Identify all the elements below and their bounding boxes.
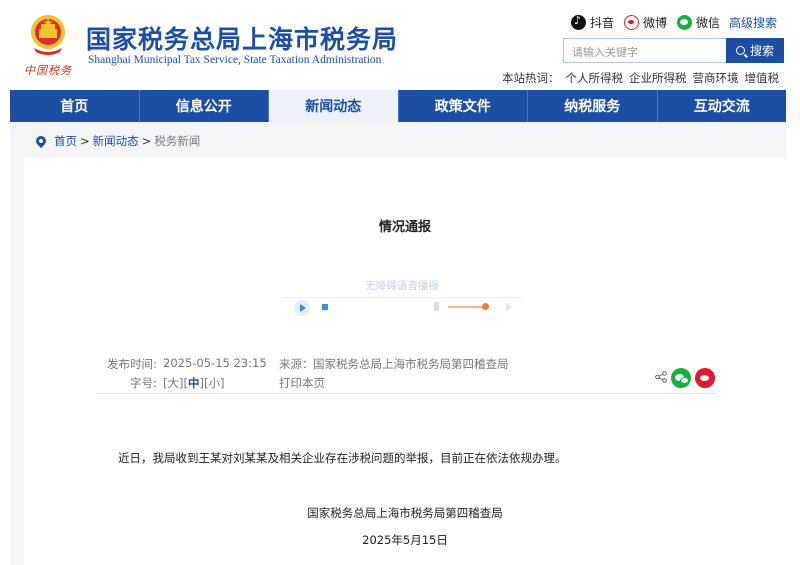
hot-word-link[interactable]: 企业所得税 [629,70,687,86]
site-subtitle: Shanghai Municipal Tax Service, State Ta… [88,54,382,66]
social-douyin-label: 抖音 [590,16,615,30]
article-title: 情况通报 [378,220,431,235]
search-button-label: 搜索 [749,44,774,58]
source-label: 来源： [279,357,314,371]
hot-word-link[interactable]: 增值税 [745,70,780,86]
search-button[interactable]: 搜索 [726,38,784,63]
font-size-medium[interactable]: 中 [188,376,200,390]
font-size-small[interactable]: 小 [208,376,220,390]
print-page-link[interactable]: 打印本页 [279,375,325,391]
breadcrumb-home[interactable]: 首页 [54,133,77,149]
volume-knob[interactable] [482,303,489,310]
breadcrumb-current: 税务新闻 [154,134,201,148]
article-body: 近日，我局收到王某对刘某某及相关企业存在涉税问题的举报，目前正在依法依规办理。 [118,451,567,465]
hot-words: 本站热词： 个人所得税 企业所得税 营商环境 增值税 [502,70,779,86]
font-size-large[interactable]: 大 [168,376,180,390]
hot-words-label: 本站热词： [502,71,560,85]
nav-item-policy[interactable]: 政策文件 [399,90,528,122]
breadcrumb-separator: > [80,134,90,148]
share-icon[interactable] [655,371,667,383]
publish-time-value: 2025-05-15 23:15 [163,356,267,370]
douyin-icon [571,14,586,30]
social-wechat-link[interactable]: 微信 [677,14,720,31]
audio-player-label: 无障碍语音播报 [282,278,522,298]
font-size-label: 字号: [130,376,157,390]
share-weibo-icon[interactable] [695,368,715,388]
source-value: 国家税务总局上海市税务局第四稽查局 [313,357,509,371]
search-input[interactable]: 请输入关键字 [563,38,726,63]
breadcrumb: 首页 > 新闻动态 > 税务新闻 [33,133,201,149]
tax-emblem-icon[interactable] [26,12,70,58]
search-icon [735,46,745,55]
article-container: 情况通报 无障碍语音播报 发布时间: 2025-05-15 23:15 来源： … [24,158,786,565]
nav-item-home[interactable]: 首页 [10,90,140,122]
speed-icon[interactable] [506,302,512,312]
breadcrumb-news[interactable]: 新闻动态 [93,133,139,149]
play-button[interactable] [294,300,310,316]
hot-word-link[interactable]: 个人所得税 [566,70,624,86]
publish-time-label: 发布时间: [107,357,157,371]
nav-item-news[interactable]: 新闻动态 [269,90,399,122]
weibo-icon [624,15,639,30]
advanced-search-link[interactable]: 高级搜索 [729,14,777,31]
nav-item-tax-service[interactable]: 纳税服务 [528,90,658,122]
breadcrumb-separator: > [141,134,152,148]
social-weibo-link[interactable]: 微博 [624,14,667,31]
nav-item-info-disclosure[interactable]: 信息公开 [140,90,269,122]
social-douyin-link[interactable]: 抖音 [571,14,614,31]
hot-word-link[interactable]: 营商环境 [693,70,739,86]
emblem-logo-text: 中国税务 [24,64,72,77]
social-wechat-label: 微信 [696,16,721,30]
site-header: 中国税务 国家税务总局上海市税务局 Shanghai Municipal Tax… [0,0,800,90]
article-date: 2025年5月15日 [362,533,448,547]
location-pin-icon [33,133,49,149]
main-nav: 首页 信息公开 新闻动态 政策文件 纳税服务 互动交流 [10,90,786,122]
meta-divider [96,393,716,394]
share-wechat-icon[interactable] [671,368,691,388]
site-title[interactable]: 国家税务总局上海市税务局 [86,20,398,56]
wechat-icon [677,15,692,30]
volume-icon[interactable] [434,302,443,311]
nav-item-interaction[interactable]: 互动交流 [658,90,787,122]
social-weibo-label: 微博 [643,16,668,30]
article-signature: 国家税务总局上海市税务局第四稽查局 [307,506,503,520]
font-size-control: [大][中][小] [163,376,225,390]
progress-handle[interactable] [322,304,328,310]
audio-player: 无障碍语音播报 [282,276,522,326]
